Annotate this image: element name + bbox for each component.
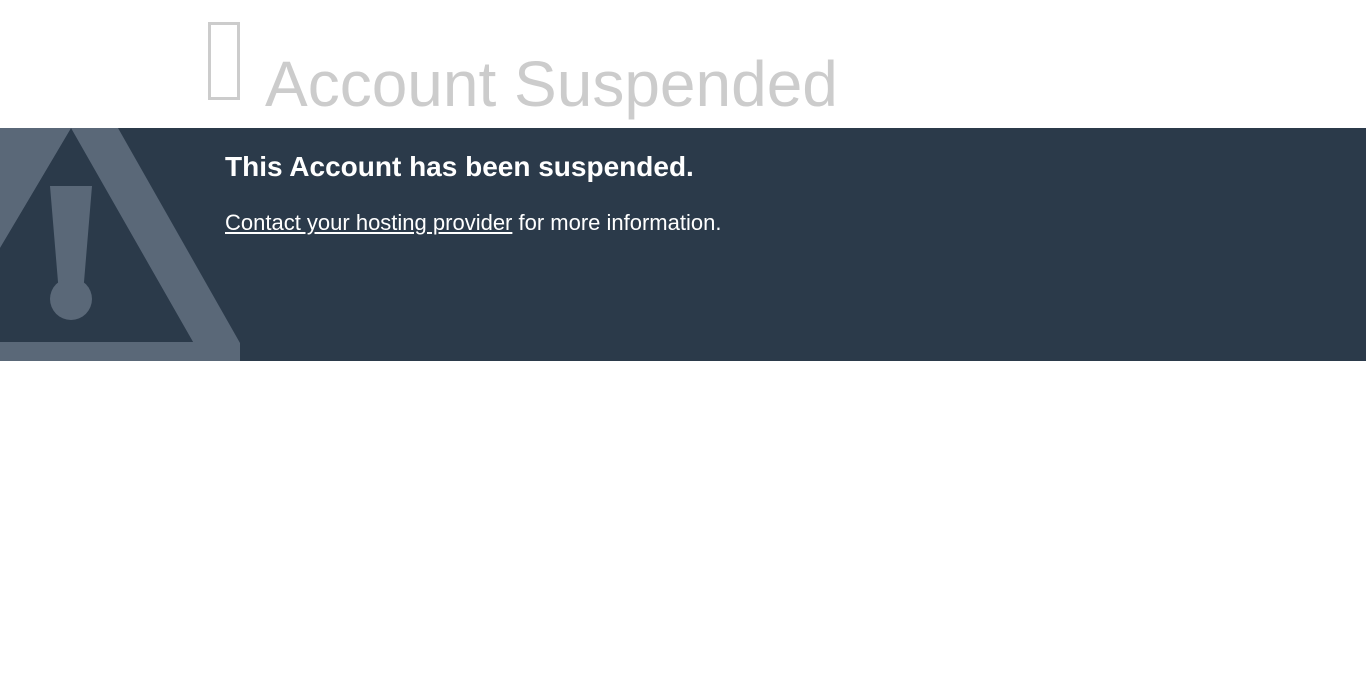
contact-hosting-provider-link[interactable]: Contact your hosting provider bbox=[225, 210, 512, 235]
suspension-heading: This Account has been suspended. bbox=[225, 151, 694, 182]
page-header: Account Suspended bbox=[0, 0, 1366, 128]
suspension-banner: This Account has been suspended. Contact… bbox=[0, 128, 1366, 361]
info-suffix: for more information. bbox=[512, 210, 722, 235]
glyph-box-icon bbox=[208, 22, 240, 100]
page-title: Account Suspended bbox=[265, 48, 838, 120]
info-message: Contact your hosting provider for more i… bbox=[225, 208, 721, 238]
warning-triangle-icon bbox=[0, 128, 240, 361]
